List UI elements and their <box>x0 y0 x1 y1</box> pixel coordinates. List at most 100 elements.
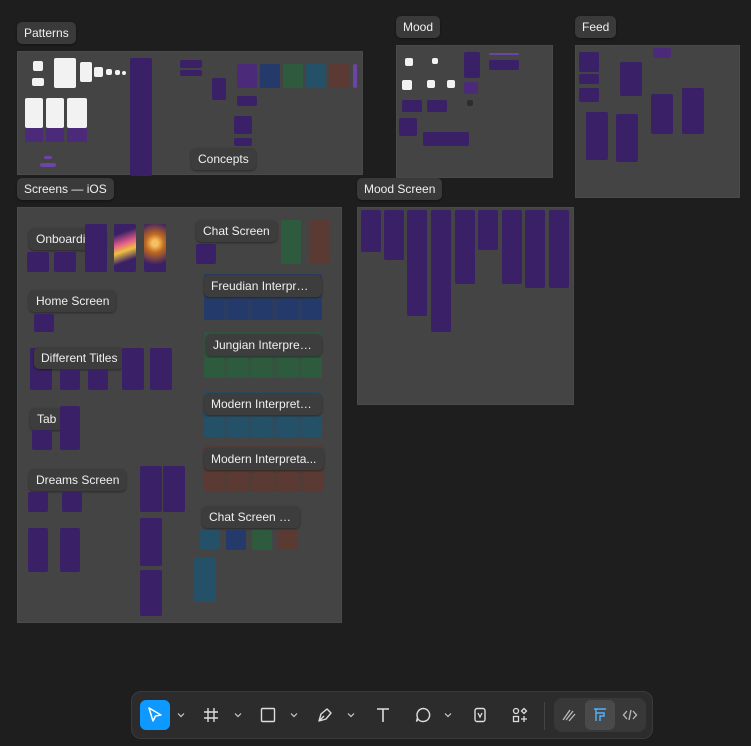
dreams-screen[interactable] <box>140 570 162 616</box>
feed-thumb <box>620 62 642 96</box>
jungian-screen <box>204 358 224 378</box>
chevron-down-icon[interactable] <box>289 710 299 720</box>
color-swatch <box>329 64 349 88</box>
section-feed[interactable] <box>575 45 740 198</box>
dreams-screen[interactable] <box>62 492 82 512</box>
mood-thumb <box>464 52 480 78</box>
mood-screen[interactable] <box>549 210 569 288</box>
frame-label-different-titles[interactable]: Different Titles <box>34 347 125 369</box>
bottom-toolbar <box>131 691 653 739</box>
mood-screen[interactable] <box>455 210 475 284</box>
chevron-down-icon[interactable] <box>346 710 356 720</box>
section-label-feed[interactable]: Feed <box>575 16 617 38</box>
pattern-thumb <box>106 69 112 75</box>
frame-label-chat-screen-n[interactable]: Chat Screen N... <box>202 506 300 528</box>
frame-label-modern-2[interactable]: Modern Interpreta... <box>204 448 324 470</box>
modern-screen <box>278 472 298 492</box>
mood-screen[interactable] <box>431 210 451 332</box>
titles-screen[interactable] <box>122 348 144 390</box>
section-label-mood-screen[interactable]: Mood Screen <box>357 178 443 200</box>
titles-screen[interactable] <box>60 370 80 390</box>
mood-screen[interactable] <box>407 210 427 316</box>
shape-tool-button[interactable] <box>253 700 283 730</box>
chat-screen-n[interactable] <box>226 530 246 550</box>
resources-tool-button[interactable] <box>505 700 535 730</box>
section-label-patterns[interactable]: Patterns <box>17 22 76 44</box>
frame-label-jungian[interactable]: Jungian Interpreta... <box>206 334 322 356</box>
design-mode-button[interactable] <box>585 700 615 730</box>
pattern-thumb <box>46 98 64 128</box>
dev-mode-button[interactable] <box>615 700 645 730</box>
feed-thumb <box>682 88 704 134</box>
frame-tool-button[interactable] <box>196 700 226 730</box>
dreams-screen[interactable] <box>140 466 162 512</box>
onboarding-screen[interactable] <box>85 224 107 272</box>
section-screens-ios[interactable]: Onboarding Home Screen Different Titles … <box>17 207 342 623</box>
pattern-thumb <box>234 116 252 134</box>
section-patterns[interactable]: Concepts <box>17 51 363 176</box>
dreams-screen[interactable] <box>163 466 185 512</box>
draw-mode-button[interactable] <box>554 700 584 730</box>
mode-switcher <box>554 698 646 732</box>
chevron-down-icon[interactable] <box>233 710 243 720</box>
pattern-thumb <box>46 128 64 142</box>
onboarding-screen[interactable] <box>27 252 49 272</box>
chat-screen[interactable] <box>310 220 330 264</box>
canvas[interactable]: Patterns Concepts Mood Feed Screens — iO… <box>0 0 751 746</box>
onboarding-screen[interactable] <box>114 224 136 272</box>
pen-tool-button[interactable] <box>310 700 340 730</box>
mood-screen[interactable] <box>502 210 522 284</box>
section-label-mood[interactable]: Mood <box>396 16 441 38</box>
frame-label-dreams-screen[interactable]: Dreams Screen <box>29 469 127 491</box>
frame-label-concepts[interactable]: Concepts <box>191 148 256 170</box>
chat-screen-n[interactable] <box>194 558 216 602</box>
color-swatch <box>283 64 303 88</box>
chat-screen[interactable] <box>281 220 301 264</box>
jungian-screen <box>228 358 248 378</box>
onboarding-screen[interactable] <box>54 252 76 272</box>
pattern-thumb <box>44 156 52 159</box>
draw-icon <box>562 709 576 722</box>
modern-screen <box>204 472 224 492</box>
widget-tool-button[interactable] <box>465 700 495 730</box>
titles-screen[interactable] <box>150 348 172 390</box>
frame-label-home-screen[interactable]: Home Screen <box>29 290 117 312</box>
frame-label-chat-screen[interactable]: Chat Screen <box>196 220 277 242</box>
comment-tool-button[interactable] <box>408 700 438 730</box>
chat-screen-n[interactable] <box>252 530 272 550</box>
feed-thumb <box>616 114 638 162</box>
dreams-screen[interactable] <box>28 492 48 512</box>
mood-screen[interactable] <box>525 210 545 288</box>
mood-screen[interactable] <box>478 210 498 250</box>
frame-label-freudian[interactable]: Freudian Interpret... <box>204 275 322 297</box>
pattern-thumb <box>180 70 202 76</box>
chat-screen[interactable] <box>196 244 216 264</box>
mood-thumb <box>432 58 438 64</box>
onboarding-screen[interactable] <box>144 224 166 272</box>
titles-screen[interactable] <box>88 370 108 390</box>
jungian-screen <box>302 358 322 378</box>
dreams-screen[interactable] <box>60 528 80 572</box>
section-label-screens-ios[interactable]: Screens — iOS <box>17 178 114 200</box>
tab-screen[interactable] <box>60 406 80 450</box>
dreams-screen[interactable] <box>140 518 162 566</box>
text-tool-button[interactable] <box>368 700 398 730</box>
home-screen[interactable] <box>34 314 54 332</box>
section-mood-screen[interactable] <box>357 207 574 405</box>
mood-screen[interactable] <box>384 210 404 260</box>
frame-label-modern-1[interactable]: Modern Interpreta... <box>204 393 322 415</box>
chat-screen-n[interactable] <box>278 530 298 550</box>
pattern-thumb <box>234 138 252 146</box>
dreams-screen[interactable] <box>28 528 48 572</box>
mood-screen[interactable] <box>361 210 381 252</box>
modern-screen <box>228 472 248 492</box>
move-tool-button[interactable] <box>140 700 170 730</box>
section-mood[interactable] <box>396 45 553 178</box>
chat-screen-n[interactable] <box>200 530 220 550</box>
chevron-down-icon[interactable] <box>443 710 453 720</box>
pattern-thumb <box>237 96 257 106</box>
modern-screen <box>254 472 274 492</box>
chevron-down-icon[interactable] <box>176 710 186 720</box>
tab-screen[interactable] <box>32 430 52 450</box>
widget-icon <box>474 707 486 723</box>
